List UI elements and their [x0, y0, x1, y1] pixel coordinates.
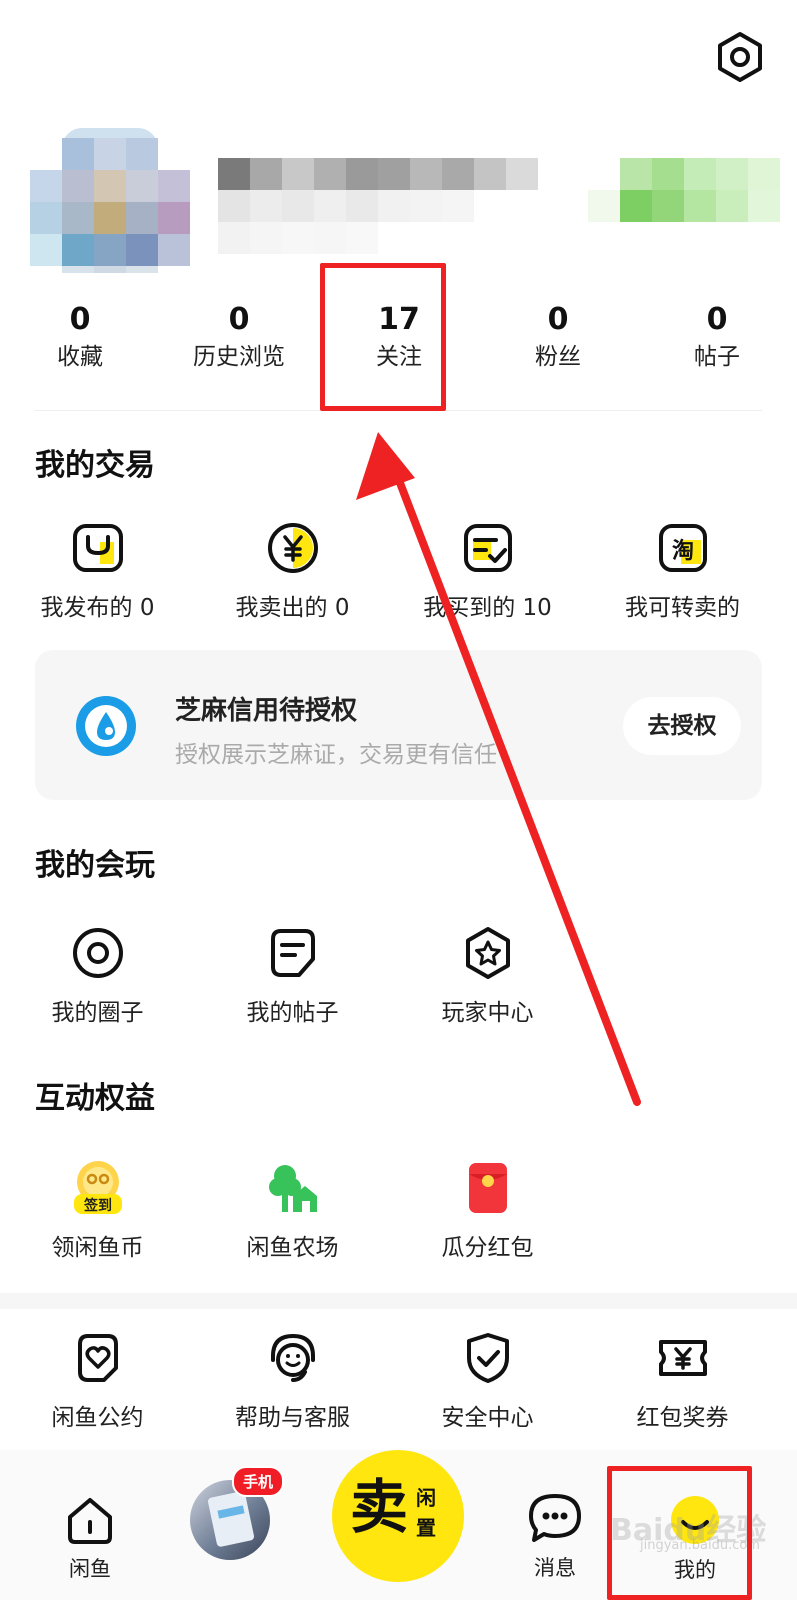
- section-title-play: 我的会玩: [35, 848, 155, 883]
- trade-item-label: 我可转卖的: [625, 595, 740, 621]
- play-item-label: 我的圈子: [51, 1000, 144, 1026]
- sign-in-badge-text: 签到: [83, 1197, 112, 1214]
- stat-value: 0: [706, 302, 728, 337]
- sesame-credit-icon: [76, 696, 136, 756]
- taobao-icon: 淘: [658, 524, 707, 572]
- sesame-credit-card[interactable]: 芝麻信用待授权 授权展示芝麻证，交易更有信任 去授权: [35, 650, 762, 800]
- credit-title: 芝麻信用待授权: [175, 696, 358, 726]
- home-icon: [68, 1498, 112, 1544]
- stat-history[interactable]: 0 历史浏览: [159, 300, 319, 374]
- service-item-label: 闲鱼公约: [51, 1405, 144, 1431]
- rights-item-farm[interactable]: 闲鱼农场: [195, 1160, 390, 1262]
- trade-item-label: 我卖出的 0: [235, 595, 350, 621]
- section-title-trade: 我的交易: [35, 448, 155, 483]
- sell-sub-text-2: 置: [416, 1516, 436, 1540]
- headset-icon: [270, 1333, 315, 1382]
- stat-label: 历史浏览: [193, 344, 285, 370]
- stat-value: 0: [228, 302, 250, 337]
- service-item-label: 红包奖券: [636, 1405, 729, 1431]
- trade-item-label: 我发布的 0: [40, 595, 155, 621]
- section-title-rights: 互动权益: [35, 1081, 155, 1116]
- rights-item-coin[interactable]: 签到 领闲鱼币: [0, 1160, 195, 1262]
- farm-tree-icon: [268, 1165, 317, 1212]
- svg-text:淘: 淘: [671, 538, 693, 564]
- circle-icon: [72, 928, 123, 978]
- tab-label: 闲鱼: [69, 1557, 111, 1581]
- yen-coin-icon: [267, 523, 318, 573]
- trade-item-sold[interactable]: 我卖出的 0: [195, 520, 390, 622]
- rights-item-label: 领闲鱼币: [51, 1235, 144, 1261]
- promo-badge: 手机: [232, 1466, 285, 1497]
- stat-label: 粉丝: [535, 344, 581, 370]
- stat-posts[interactable]: 0 帖子: [637, 300, 797, 374]
- service-item-coupons[interactable]: 红包奖券: [585, 1330, 780, 1432]
- trade-item-label: 我买到的 10: [423, 595, 552, 621]
- shield-check-icon: [466, 1333, 509, 1383]
- tab-home[interactable]: 闲鱼: [55, 1495, 125, 1583]
- receipt-check-icon: [463, 524, 512, 572]
- service-item-security[interactable]: 安全中心: [390, 1330, 585, 1432]
- sell-button[interactable]: 卖 闲 置: [332, 1450, 464, 1582]
- highlight-box-following: [320, 263, 446, 411]
- trade-item-published[interactable]: 我发布的 0: [0, 520, 195, 622]
- post-icon: [270, 929, 315, 977]
- settings-icon[interactable]: [713, 30, 767, 84]
- trade-item-resell[interactable]: 淘 我可转卖的: [585, 520, 780, 622]
- star-badge-icon: [465, 927, 510, 979]
- stat-favorites[interactable]: 0 收藏: [0, 300, 160, 374]
- credit-subtitle: 授权展示芝麻证，交易更有信任: [175, 742, 497, 768]
- stat-label: 帖子: [694, 344, 740, 370]
- red-envelope-icon: [468, 1163, 507, 1213]
- rights-item-red-packet[interactable]: 瓜分红包: [390, 1160, 585, 1262]
- heart-doc-icon: [77, 1334, 118, 1382]
- service-item-convention[interactable]: 闲鱼公约: [0, 1330, 195, 1432]
- chat-bubble-icon: [529, 1494, 581, 1542]
- stat-label: 收藏: [57, 344, 103, 370]
- play-item-label: 玩家中心: [441, 1000, 534, 1026]
- yen-ticket-icon: [658, 1340, 707, 1376]
- authorize-button[interactable]: 去授权: [623, 697, 741, 755]
- trade-item-bought[interactable]: 我买到的 10: [390, 520, 585, 622]
- tab-label: 消息: [534, 1556, 576, 1580]
- tab-promo[interactable]: 手机: [190, 1466, 285, 1560]
- sign-in-icon: 签到: [73, 1161, 122, 1214]
- sell-sub-text-1: 闲: [416, 1486, 436, 1510]
- play-item-player-center[interactable]: 玩家中心: [390, 925, 585, 1027]
- service-item-label: 帮助与客服: [235, 1405, 350, 1431]
- tab-messages[interactable]: 消息: [520, 1492, 590, 1582]
- rights-item-label: 瓜分红包: [441, 1235, 534, 1261]
- stat-fans[interactable]: 0 粉丝: [478, 300, 638, 374]
- nickname-blurred: [218, 158, 542, 258]
- stat-value: 0: [547, 302, 569, 337]
- bag-icon: [72, 524, 123, 572]
- play-item-posts[interactable]: 我的帖子: [195, 925, 390, 1027]
- section-separator: [0, 1293, 797, 1309]
- avatar[interactable]: [30, 128, 190, 273]
- play-item-circle[interactable]: 我的圈子: [0, 925, 195, 1027]
- sell-main-text: 卖: [350, 1473, 409, 1541]
- highlight-box-mine-tab: [607, 1466, 752, 1600]
- rights-item-label: 闲鱼农场: [246, 1235, 339, 1261]
- service-item-help[interactable]: 帮助与客服: [195, 1330, 390, 1432]
- service-item-label: 安全中心: [441, 1405, 534, 1431]
- stat-value: 0: [69, 302, 91, 337]
- level-badge-blurred: [588, 158, 797, 222]
- play-item-label: 我的帖子: [246, 1000, 339, 1026]
